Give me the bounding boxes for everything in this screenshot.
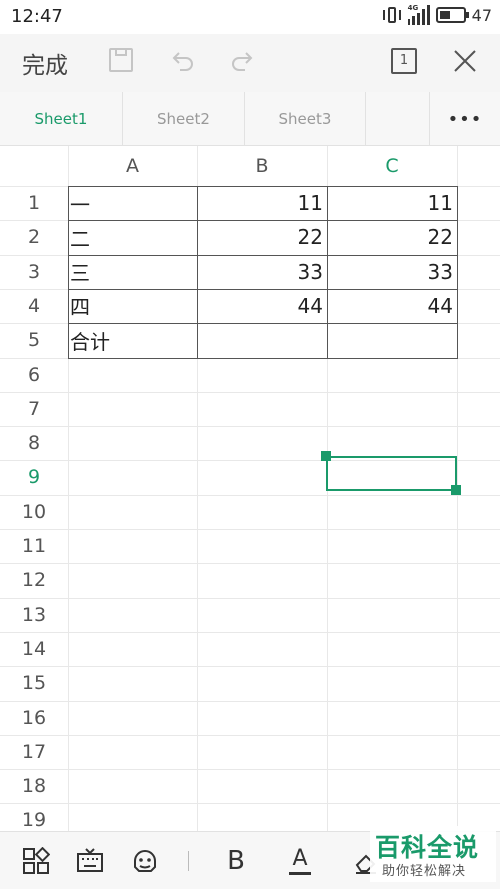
signal-icon: 4G — [407, 4, 430, 25]
table-border — [327, 186, 328, 358]
row-header-2[interactable]: 2 — [0, 220, 68, 254]
row-header-3[interactable]: 3 — [0, 255, 68, 289]
column-header-c[interactable]: C — [327, 146, 457, 186]
cell-c4[interactable]: 44 — [327, 289, 457, 323]
vibrate-icon — [382, 5, 402, 25]
close-icon[interactable] — [450, 46, 480, 76]
cell-c1[interactable]: 11 — [327, 186, 457, 220]
gridline-horizontal — [0, 631, 500, 633]
network-type: 4G — [407, 4, 419, 12]
cell-a4[interactable]: 四 — [68, 289, 197, 323]
gridline-horizontal — [0, 700, 500, 702]
status-time: 12:47 — [11, 6, 63, 27]
font-color-label: A — [292, 846, 308, 871]
row-header-15[interactable]: 15 — [0, 666, 68, 700]
row-header-11[interactable]: 11 — [0, 529, 68, 563]
row-header-4[interactable]: 4 — [0, 289, 68, 323]
redo-icon[interactable] — [228, 46, 258, 76]
sheet-tabs: Sheet1 Sheet2 Sheet3 ••• — [0, 92, 500, 146]
cell-a2[interactable]: 二 — [68, 220, 197, 254]
selected-cell-c9[interactable] — [326, 456, 457, 491]
table-border — [68, 357, 458, 359]
gridline-horizontal — [0, 563, 500, 565]
gridline-horizontal — [0, 426, 500, 428]
status-icons: 4G 47 — [382, 4, 492, 25]
selection-handle-top-left[interactable] — [321, 451, 331, 461]
gridline-horizontal — [0, 597, 500, 599]
gridline-horizontal — [0, 529, 500, 530]
cell-c5[interactable] — [327, 323, 457, 357]
table-border — [457, 186, 458, 358]
cell-a3[interactable]: 三 — [68, 255, 197, 289]
cell-b2[interactable]: 22 — [197, 220, 327, 254]
table-border — [68, 220, 458, 222]
row-header-7[interactable]: 7 — [0, 392, 68, 426]
cell-b4[interactable]: 44 — [197, 289, 327, 323]
row-header-10[interactable]: 10 — [0, 495, 68, 529]
gridline-horizontal — [0, 734, 500, 736]
watermark-title: 百科全说 — [375, 833, 480, 862]
cell-b3[interactable]: 33 — [197, 255, 327, 289]
more-tabs-button[interactable]: ••• — [430, 92, 500, 146]
battery-level: 47 — [471, 5, 492, 25]
column-header-b[interactable]: B — [197, 146, 327, 186]
status-bar: 12:47 4G 47 — [0, 0, 500, 34]
spreadsheet-grid[interactable]: A B C 1 2 3 4 5 6 7 8 9 10 11 12 13 14 15 16 17 18 19 一 11 11… — [0, 146, 500, 843]
gridline-horizontal — [0, 494, 500, 496]
page-icon[interactable]: 1 — [391, 48, 417, 74]
watermark-logo: 百科全说 助你轻松解决 — [370, 826, 496, 882]
table-border — [68, 288, 458, 290]
done-button[interactable]: 完成 — [22, 46, 68, 80]
row-header-16[interactable]: 16 — [0, 701, 68, 735]
bold-icon[interactable]: B — [222, 847, 250, 875]
undo-icon[interactable] — [167, 46, 197, 76]
gridline-horizontal — [0, 803, 500, 805]
keyboard-icon[interactable] — [76, 847, 104, 875]
row-header-8[interactable]: 8 — [0, 426, 68, 460]
table-border — [197, 186, 198, 358]
tab-sheet3[interactable]: Sheet3 — [245, 92, 366, 146]
cell-c3[interactable]: 33 — [327, 255, 457, 289]
table-border — [68, 186, 69, 358]
row-header-14[interactable]: 14 — [0, 632, 68, 666]
row-header-1[interactable]: 1 — [0, 186, 68, 220]
row-header-17[interactable]: 17 — [0, 735, 68, 769]
toolbar-separator — [188, 851, 189, 871]
row-header-6[interactable]: 6 — [0, 358, 68, 392]
apps-icon[interactable] — [22, 847, 50, 875]
table-border — [68, 186, 458, 187]
cell-a5[interactable]: 合计 — [68, 323, 197, 357]
save-icon[interactable] — [107, 46, 137, 76]
top-toolbar: 完成 1 — [0, 34, 500, 92]
tab-sheet2[interactable]: Sheet2 — [123, 92, 245, 146]
cell-b1[interactable]: 11 — [197, 186, 327, 220]
cell-a1[interactable]: 一 — [68, 186, 197, 220]
cell-b5[interactable] — [197, 323, 327, 357]
table-border — [68, 254, 458, 256]
tab-empty — [366, 92, 430, 146]
row-header-9[interactable]: 9 — [0, 460, 68, 494]
gridline-horizontal — [0, 769, 500, 771]
table-border — [68, 323, 458, 325]
emoji-icon[interactable] — [131, 847, 159, 875]
row-header-5[interactable]: 5 — [0, 323, 68, 357]
row-header-13[interactable]: 13 — [0, 598, 68, 632]
cell-c2[interactable]: 22 — [327, 220, 457, 254]
selection-handle-bottom-right[interactable] — [451, 485, 461, 495]
row-header-12[interactable]: 12 — [0, 563, 68, 597]
gridline-horizontal — [0, 391, 500, 393]
watermark-subtitle: 助你轻松解决 — [382, 864, 467, 879]
column-header-a[interactable]: A — [68, 146, 197, 186]
gridline-horizontal — [0, 666, 500, 668]
row-header-18[interactable]: 18 — [0, 769, 68, 803]
tab-sheet1[interactable]: Sheet1 — [0, 92, 123, 146]
font-color-icon[interactable]: A — [286, 847, 314, 875]
battery-icon — [435, 7, 469, 23]
